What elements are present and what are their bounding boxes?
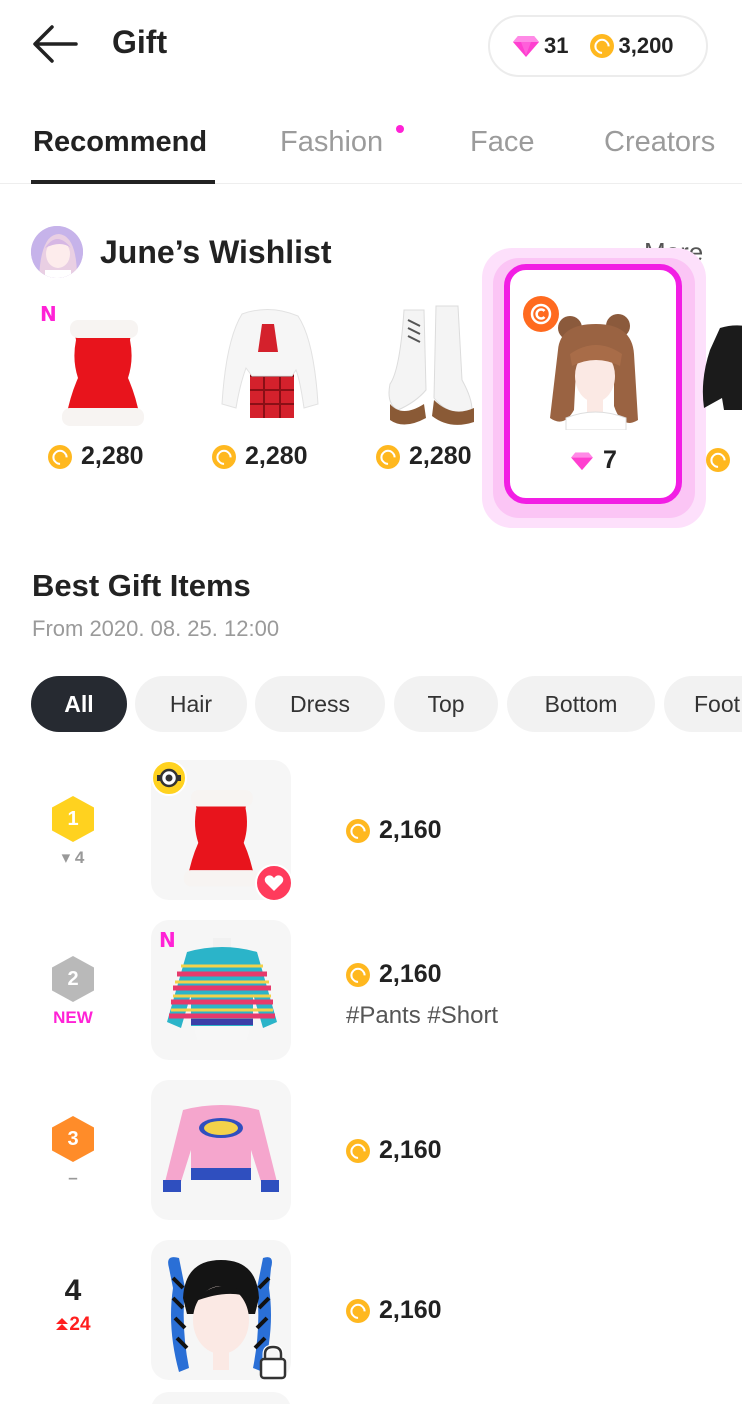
wishlist-title: June’s Wishlist [100,234,332,270]
best-gift-title: Best Gift Items [32,568,251,603]
coin-icon [376,444,400,469]
chip-dress[interactable]: Dress [255,676,385,732]
rank-indicator: 4 24 [40,1274,106,1336]
lock-icon [257,1344,289,1385]
item-thumbnail[interactable] [151,1080,291,1220]
next-item-thumbnail-partial[interactable] [151,1392,291,1404]
bun-hair-image [550,314,638,430]
rank-indicator: 1 ▾ 4 [40,796,106,870]
item-price: 2,160 [346,960,442,989]
item-price: 2,160 [346,1296,442,1325]
item-thumbnail[interactable]: N [151,920,291,1060]
rank-change-up: 24 [40,1314,106,1336]
coin-icon [346,818,370,843]
item-thumbnail[interactable] [151,1240,291,1380]
avatar[interactable] [31,226,83,278]
wishlist-price: 2,280 [376,442,472,471]
category-filter-chips: All Hair Dress Top Bottom Foot [0,676,742,732]
price-value: 2,160 [379,1296,442,1324]
wishlist-item-partial[interactable] [692,290,742,480]
coin-icon [706,448,730,472]
rank-no-change: – [68,1168,78,1187]
ranking-row[interactable]: 1 ▾ 4 2,160 [0,760,742,902]
wishlist-price: 2,280 [212,442,308,471]
ranking-row[interactable]: 2 NEW N 2,160 #Pants #Short [0,920,742,1060]
gem-icon [513,36,539,57]
striped-sweater-image [167,938,277,1040]
rank-indicator: 3 – [40,1116,106,1190]
wishlist-item[interactable]: 2,280 [356,290,506,480]
wishlist-item[interactable]: 2,280 [192,290,342,480]
avatar-face-icon [31,226,83,278]
wishlist-price: 7 [570,446,617,475]
wishlist-item-selected[interactable]: 7 [518,290,670,480]
red-dress-image [62,320,144,426]
arrow-left-icon [33,25,78,63]
top-bar: Gift 31 3,200 [0,0,742,92]
coin-icon [48,444,72,469]
gem-balance: 31 [544,33,569,58]
item-price: 2,160 [346,1136,442,1165]
chip-top[interactable]: Top [394,676,498,732]
rank-number: 4 [64,1274,82,1307]
price-value: 2,160 [379,816,442,844]
eye-icon [151,760,187,796]
coin-icon [346,1298,370,1323]
price-value: 2,160 [379,1136,442,1164]
price-value: 2,160 [379,960,442,988]
category-tabs: Recommend Fashion Face Creators [0,104,742,184]
tab-fashion[interactable]: Fashion [280,126,383,159]
double-up-arrow-icon [56,1318,69,1330]
chip-foot[interactable]: Foot [664,676,742,732]
price-value: 2,280 [81,442,144,470]
chip-hair[interactable]: Hair [135,676,247,732]
coin-icon [590,34,615,58]
new-dot-badge [396,125,404,133]
rank-indicator: 2 NEW [40,956,106,1030]
gem-icon [571,452,593,470]
currency-balance[interactable]: 31 3,200 [488,15,708,77]
tab-face[interactable]: Face [470,126,534,159]
white-jacket-outfit-image [221,309,319,418]
coin-icon [346,1138,370,1163]
coin-icon [212,444,236,469]
item-tags: #Pants #Short [346,1002,499,1029]
price-value: 7 [603,446,617,474]
liked-heart-icon[interactable] [255,864,293,902]
tab-creators[interactable]: Creators [604,126,715,159]
rank-change-down: ▾ 4 [61,848,85,867]
wishlist-price: 2,280 [48,442,144,471]
chip-bottom[interactable]: Bottom [507,676,655,732]
item-thumbnail[interactable] [151,760,293,902]
wishlist-item[interactable]: N 2,280 [28,290,178,480]
coin-icon [346,962,370,987]
rank-change-value: 24 [69,1314,91,1335]
coin-balance: 3,200 [618,33,674,58]
white-boots-image [388,305,474,425]
item-price: 2,160 [346,816,442,845]
bronze-medal-badge: 3 [52,1116,94,1162]
page-title: Gift [112,24,168,60]
price-value: 2,280 [409,442,472,470]
rank-new-label: NEW [53,1008,93,1027]
black-sweater-image [702,325,742,410]
ranking-row[interactable]: 4 24 2,160 [0,1240,742,1380]
price-value: 2,280 [245,442,308,470]
tab-recommend[interactable]: Recommend [33,126,207,159]
wishlist-carousel: N 2,280 2,280 2,280 7 [0,290,742,520]
silver-medal-badge: 2 [52,956,94,1002]
ranking-row[interactable]: 3 – 2,160 [0,1080,742,1220]
pink-crop-top-image [163,1105,279,1192]
back-button[interactable] [30,22,80,66]
gold-medal-badge: 1 [52,796,94,842]
chip-all[interactable]: All [31,676,127,732]
active-tab-indicator [31,180,215,184]
best-gift-timestamp: From 2020. 08. 25. 12:00 [32,616,280,641]
